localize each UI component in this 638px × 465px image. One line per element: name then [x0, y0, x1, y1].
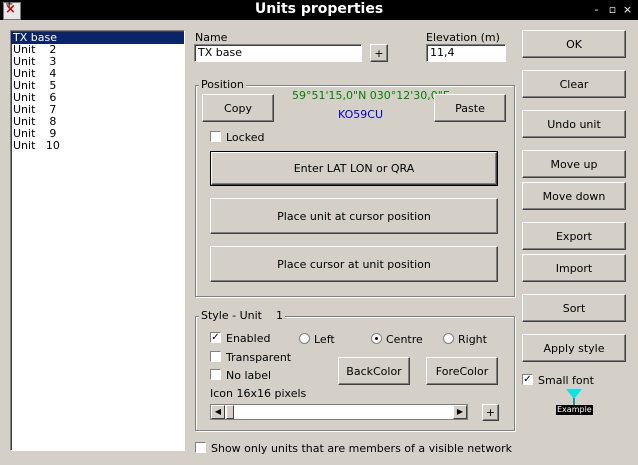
- enter-latlon-button[interactable]: Enter LAT LON or QRA: [210, 151, 498, 186]
- align-centre-radio[interactable]: [371, 333, 382, 344]
- move-up-button[interactable]: Move up: [522, 150, 626, 178]
- undo-unit-button[interactable]: Undo unit: [522, 110, 626, 138]
- sort-button[interactable]: Sort: [522, 294, 626, 322]
- place-cursor-button[interactable]: Place cursor at unit position: [210, 246, 498, 282]
- icon-scrollbar[interactable]: ◀ ▶: [210, 404, 468, 420]
- scroll-right-icon[interactable]: ▶: [453, 405, 467, 419]
- forecolor-button[interactable]: ForeColor: [426, 357, 498, 385]
- list-item[interactable]: Unit 10: [11, 140, 184, 152]
- small-font-checkbox[interactable]: ✓: [522, 374, 533, 385]
- unit-list[interactable]: TX base Unit 2 Unit 3 Unit 4 Unit 5 Unit…: [10, 30, 185, 451]
- position-legend: Position: [199, 78, 246, 91]
- align-right-label: Right: [458, 333, 487, 346]
- name-input[interactable]: TX base: [194, 44, 362, 62]
- backcolor-button[interactable]: BackColor: [338, 357, 410, 385]
- enabled-label: Enabled: [226, 332, 271, 345]
- align-centre-label: Centre: [386, 333, 423, 346]
- transparent-checkbox[interactable]: [210, 351, 221, 362]
- ok-button[interactable]: OK: [522, 30, 626, 58]
- align-left-label: Left: [314, 333, 335, 346]
- icon-size-label: Icon 16x16 pixels: [210, 387, 307, 400]
- import-button[interactable]: Import: [522, 254, 626, 282]
- transparent-label: Transparent: [226, 351, 292, 364]
- window-title: Units properties: [254, 1, 384, 17]
- small-font-label: Small font: [538, 374, 594, 387]
- align-left-radio[interactable]: [299, 333, 310, 344]
- example-label: Example: [556, 405, 593, 415]
- elevation-input[interactable]: 11,4: [426, 44, 506, 62]
- clear-button[interactable]: Clear: [522, 70, 626, 98]
- close-icon[interactable]: ×: [621, 3, 634, 16]
- show-only-checkbox[interactable]: [195, 442, 206, 453]
- paste-button[interactable]: Paste: [434, 94, 506, 122]
- latlon-readout: 59°51'15,0"N 030°12'30,0"E: [292, 89, 450, 102]
- style-legend: Style - Unit 1: [199, 309, 285, 322]
- align-right-radio[interactable]: [443, 333, 454, 344]
- qra-readout: KO59CU: [338, 108, 383, 121]
- elevation-label: Elevation (m): [426, 31, 500, 44]
- scroll-thumb[interactable]: [226, 405, 234, 419]
- enabled-checkbox[interactable]: ✓: [210, 332, 221, 343]
- locked-label: Locked: [226, 131, 265, 144]
- example-preview: Example: [556, 389, 596, 417]
- name-label: Name: [195, 31, 228, 44]
- name-plus-button[interactable]: +: [370, 44, 388, 62]
- maximize-icon[interactable]: ▫: [606, 3, 619, 16]
- locked-checkbox[interactable]: [210, 131, 221, 142]
- export-button[interactable]: Export: [522, 222, 626, 250]
- move-down-button[interactable]: Move down: [522, 182, 626, 210]
- no-label-checkbox[interactable]: [210, 369, 221, 380]
- title-bar: + × Units properties - ▫ ×: [0, 0, 638, 20]
- minimize-icon[interactable]: -: [590, 3, 603, 16]
- show-only-label: Show only units that are members of a vi…: [211, 442, 512, 455]
- apply-style-button[interactable]: Apply style: [522, 334, 626, 362]
- scroll-left-icon[interactable]: ◀: [211, 405, 225, 419]
- copy-button[interactable]: Copy: [202, 94, 274, 122]
- icon-plus-button[interactable]: +: [482, 404, 499, 421]
- place-unit-button[interactable]: Place unit at cursor position: [210, 198, 498, 234]
- no-label-label: No label: [226, 369, 272, 382]
